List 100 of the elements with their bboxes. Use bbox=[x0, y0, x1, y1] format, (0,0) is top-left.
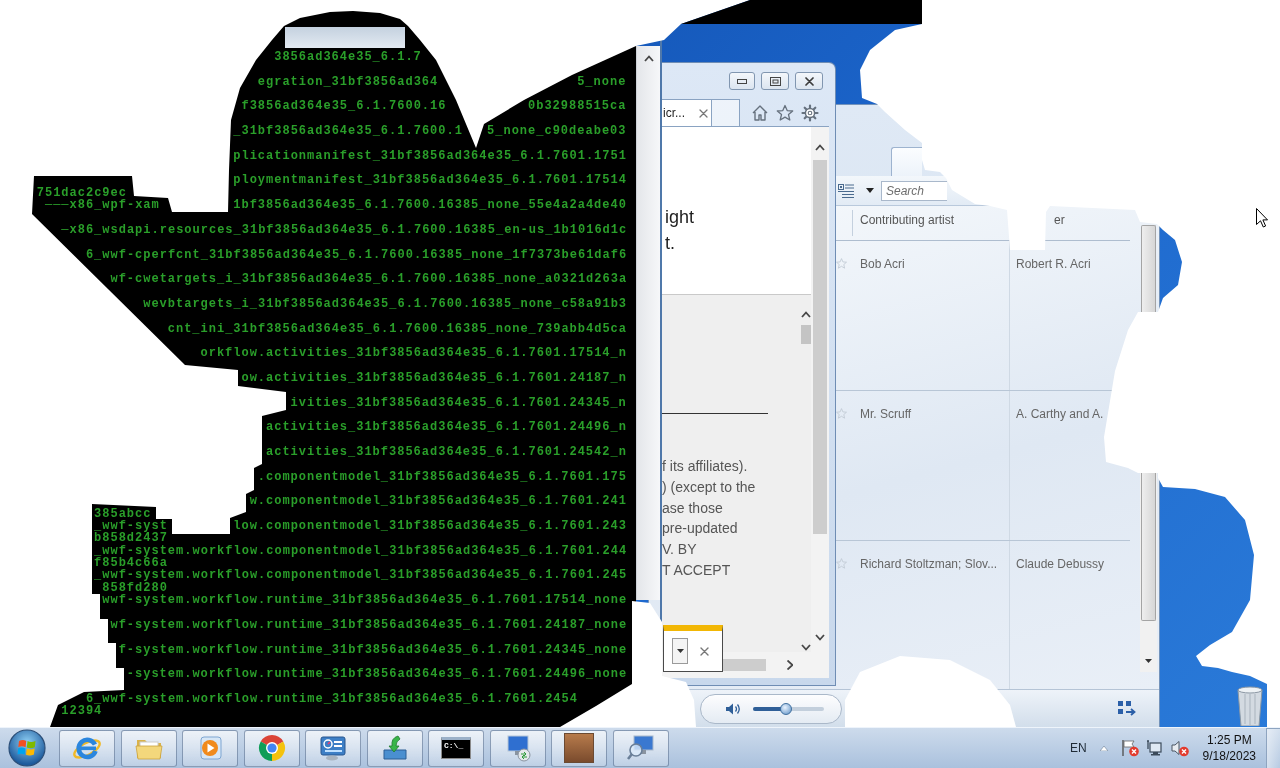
console-text-line: f85b4c66a bbox=[94, 557, 168, 570]
language-indicator[interactable]: EN bbox=[1069, 741, 1087, 755]
star-icon[interactable] bbox=[836, 408, 847, 419]
scrollbar-thumb[interactable] bbox=[1141, 225, 1156, 312]
new-tab-button[interactable] bbox=[712, 99, 740, 126]
console-text-line: 6_wwf-system.workflow.runtime_31bf3856ad364e35_6.1.7601.2454 bbox=[85, 692, 578, 706]
close-button[interactable] bbox=[700, 646, 709, 656]
star-icon[interactable] bbox=[836, 258, 847, 269]
cursor-icon bbox=[1256, 208, 1268, 228]
console-text-line: activities_31bf3856ad364e35_6.1.7601.24542_n bbox=[266, 446, 627, 459]
taskbar-button[interactable] bbox=[612, 729, 669, 767]
console-text-line: ivities_31bf3856ad364e35_6.1.7601.24345_n bbox=[290, 396, 627, 409]
scrollbar-thumb[interactable] bbox=[723, 659, 766, 671]
close-icon bbox=[699, 108, 708, 118]
taskbar-button[interactable] bbox=[305, 729, 361, 767]
notice-text: pre-updated bbox=[662, 519, 738, 539]
caret-down-icon[interactable] bbox=[800, 644, 811, 651]
console-text-line: ───x86_wpf-xam bbox=[44, 199, 160, 212]
console-text-line: wwf-system.workflow.runtime_31bf3856ad364e35_6.1.7601.17514_none bbox=[102, 594, 628, 607]
volume-slider[interactable] bbox=[753, 702, 824, 715]
console-text-line: 0b32988515ca bbox=[528, 100, 627, 113]
switch-view-icon[interactable] bbox=[1118, 700, 1136, 717]
segmented-ring-icon bbox=[256, 733, 287, 763]
console-text-line: 5_none_c90deabe03 bbox=[487, 125, 627, 138]
home-icon[interactable] bbox=[751, 103, 769, 122]
caret-down-icon[interactable] bbox=[866, 188, 874, 193]
dropdown-button[interactable] bbox=[672, 638, 688, 664]
clock-button[interactable]: 1:25 PM 9/18/2023 bbox=[1202, 732, 1256, 764]
column-header[interactable]: er bbox=[1054, 213, 1065, 227]
caret-up-icon[interactable] bbox=[815, 144, 825, 151]
star-icon[interactable] bbox=[776, 103, 794, 122]
caret-right-icon[interactable] bbox=[787, 660, 793, 670]
close-icon bbox=[700, 646, 709, 656]
taskbar-button[interactable] bbox=[366, 729, 423, 767]
console-text-line: plicationmanifest_31bf3856ad364e35_6.1.7601.1751 bbox=[233, 149, 627, 163]
console-text-line: b858d2437 bbox=[94, 532, 168, 545]
vertical-scrollbar[interactable] bbox=[1140, 473, 1157, 672]
network-icon[interactable] bbox=[1145, 739, 1162, 757]
taskbar-button[interactable] bbox=[59, 729, 115, 767]
console-text-line: wf-cwetargets_i_31bf3856ad364e35_6.1.7600.16385_none_a0321d263a bbox=[110, 273, 628, 286]
tab-close-button[interactable] bbox=[699, 108, 708, 118]
console-text-line: _31bf3856ad364e35_6.1.7600.1 bbox=[233, 125, 463, 138]
taskbar-button[interactable]: C:\_ bbox=[428, 729, 484, 767]
maximize-button[interactable] bbox=[761, 72, 789, 90]
console-text-line: 3856ad364e35_6.1.7 bbox=[274, 51, 422, 64]
gear-icon[interactable] bbox=[801, 103, 819, 122]
taskbar-button[interactable] bbox=[551, 729, 607, 767]
slider-thumb[interactable] bbox=[779, 702, 792, 715]
page-text: ight bbox=[665, 206, 695, 229]
table-cell: Robert R. Acri bbox=[1016, 257, 1091, 271]
taskbar-button[interactable] bbox=[243, 729, 300, 767]
speaker-icon[interactable] bbox=[725, 701, 741, 716]
speaker-muted-icon[interactable] bbox=[1170, 739, 1189, 757]
vertical-scrollbar[interactable] bbox=[811, 127, 829, 652]
search-field[interactable]: Search bbox=[881, 180, 947, 201]
notice-text: f its affiliates). bbox=[662, 457, 748, 476]
console-text-line: egration_31bf3856ad364 bbox=[257, 75, 439, 89]
caret-up-icon[interactable] bbox=[643, 55, 654, 62]
star-icon[interactable] bbox=[836, 558, 847, 569]
column-header[interactable]: Contributing artist bbox=[860, 213, 955, 227]
console-text-line: _wwf-system.workflow.componentmodel_31bf3856ad364e35_6.1.7601.245 bbox=[94, 569, 628, 582]
taskbar-button[interactable] bbox=[489, 729, 546, 767]
notice-text: ) (except to the bbox=[662, 477, 756, 497]
start-button[interactable] bbox=[7, 728, 47, 768]
table-cell: Richard Stoltzman; Slov... bbox=[860, 557, 998, 571]
minimize-button[interactable] bbox=[729, 72, 755, 90]
console-text-line: cnt_ini_31bf3856ad364e35_6.1.7600.16385_none_739abb4d5ca bbox=[167, 322, 627, 335]
console-text-line: ow.activities_31bf3856ad364e35_6.1.7601.24187_n bbox=[241, 371, 627, 385]
photo-placeholder bbox=[564, 733, 594, 763]
flag-logo-icon bbox=[7, 728, 47, 768]
console-text-line: w.componentmodel_31bf3856ad364e35_6.1.7601.241 bbox=[249, 495, 627, 508]
console-text-line: ploymentmanifest_31bf3856ad364e35_6.1.7601.17514 bbox=[233, 174, 627, 187]
table-cell: Bob Acri bbox=[860, 257, 905, 271]
view-options-icon[interactable] bbox=[838, 183, 854, 198]
browser-tab[interactable]: icr... bbox=[661, 99, 712, 126]
console-scrollbar[interactable] bbox=[636, 46, 660, 600]
console-text-line: _wwf-syst bbox=[94, 520, 168, 533]
console-text-line: 5_none bbox=[577, 75, 627, 89]
notice-text: ase those bbox=[662, 498, 723, 518]
console-text-line: orkflow.activities_31bf3856ad364e35_6.1.7601.17514_n bbox=[200, 347, 627, 360]
scrollbar-thumb[interactable] bbox=[1141, 473, 1156, 621]
notice-text: V. BY bbox=[662, 540, 697, 560]
caret-down-icon[interactable] bbox=[815, 634, 825, 641]
console-text-line: wevbtargets_i_31bf3856ad364e35_6.1.7600.16385_none_c58a91b3 bbox=[143, 297, 628, 311]
table-cell: Claude Debussy bbox=[1016, 557, 1105, 571]
console-text-line: f-system.workflow.runtime_31bf3856ad364e35_6.1.7601.24345_none bbox=[118, 643, 628, 656]
dashboard-window-icon bbox=[318, 733, 348, 763]
show-desktop-button[interactable] bbox=[1266, 727, 1280, 768]
flag-error-icon[interactable] bbox=[1120, 739, 1140, 757]
table-cell: Mr. Scruff bbox=[860, 407, 912, 421]
console-text-line: 858fd280 bbox=[102, 581, 168, 595]
caret-up-icon[interactable] bbox=[800, 311, 811, 318]
close-button[interactable] bbox=[795, 72, 823, 90]
close-icon bbox=[804, 76, 814, 86]
console-text-line: f3856ad364e35_6.1.7600.16 bbox=[241, 100, 447, 113]
minimize-icon bbox=[737, 78, 747, 84]
scrollbar-thumb[interactable] bbox=[800, 325, 811, 344]
console-text-line: 385abcc bbox=[94, 507, 152, 521]
caret-down-icon[interactable] bbox=[1145, 659, 1152, 663]
scrollbar-thumb[interactable] bbox=[813, 160, 827, 534]
